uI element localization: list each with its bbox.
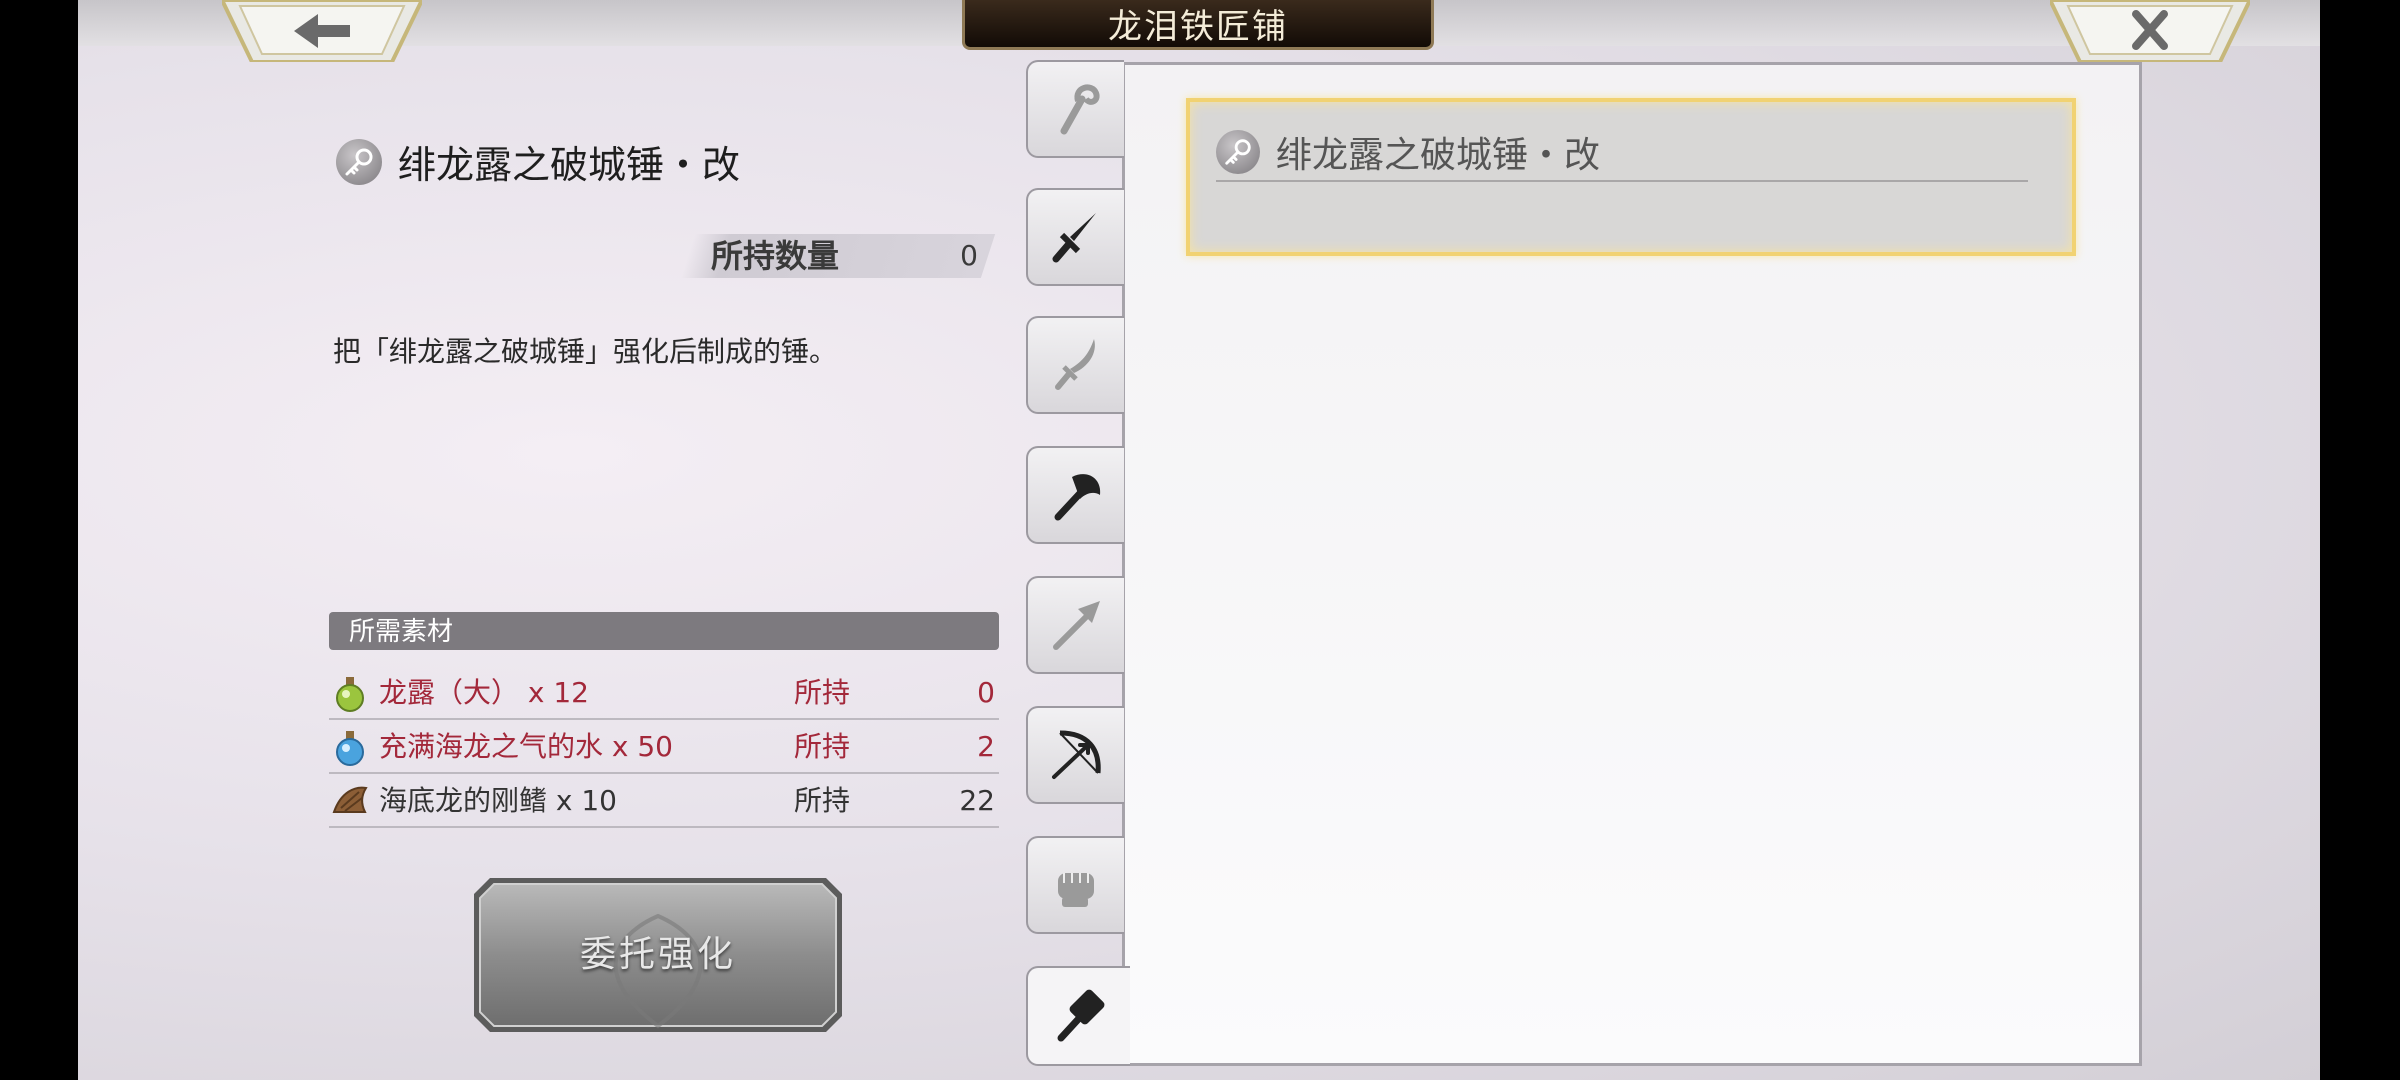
left-letterbox: [0, 0, 78, 1080]
materials-header-label: 所需素材: [349, 617, 454, 647]
material-row: 龙露（大） x 12 所持 0: [329, 666, 999, 720]
back-arrow-icon: [219, 0, 425, 64]
tab-staff[interactable]: [1026, 60, 1124, 158]
list-item-divider: [1216, 180, 2028, 182]
item-header: 绯龙露之破城锤・改: [336, 134, 740, 189]
material-owned-label: 所持: [794, 784, 851, 817]
game-screen: 龙泪铁匠铺 绯龙露之破城锤・改 所持数量 0 把「绯龙露之破城锤」强化后制成的锤…: [0, 0, 2400, 1080]
fin-icon: [332, 786, 368, 813]
tab-sword[interactable]: [1026, 188, 1124, 286]
key-icon: [1216, 130, 1260, 174]
sword-icon: [1052, 213, 1096, 263]
title-plate: 龙泪铁匠铺: [962, 0, 1434, 50]
staff-icon: [1060, 84, 1100, 135]
tab-hammer[interactable]: [1026, 966, 1130, 1066]
material-owned-label: 所持: [794, 676, 851, 709]
fist-icon: [1058, 873, 1094, 907]
material-owned-value: 22: [959, 784, 995, 817]
right-letterbox: [2320, 0, 2400, 1080]
commission-enhance-label: 委托强化: [579, 934, 736, 975]
item-name: 绯龙露之破城锤・改: [398, 143, 741, 187]
material-name: 海底龙的刚鳍 x 10: [379, 784, 618, 817]
material-row: 充满海龙之气的水 x 50 所持 2: [329, 720, 999, 774]
owned-count-label: 所持数量: [711, 237, 840, 275]
tab-axe[interactable]: [1026, 446, 1124, 544]
tab-spear[interactable]: [1026, 576, 1124, 674]
axe-icon: [1054, 474, 1101, 521]
close-button[interactable]: [2047, 0, 2253, 64]
blacksmith-window: 龙泪铁匠铺 绯龙露之破城锤・改 所持数量 0 把「绯龙露之破城锤」强化后制成的锤…: [78, 0, 2320, 1080]
owned-count-value: 0: [960, 239, 978, 272]
blue-potion-icon: [336, 731, 364, 766]
close-icon: [2047, 0, 2253, 64]
tab-fist[interactable]: [1026, 836, 1124, 934]
material-name: 龙露（大） x 12: [379, 676, 590, 709]
tab-blade[interactable]: [1026, 316, 1124, 414]
list-item-name: 绯龙露之破城锤・改: [1276, 135, 1601, 176]
spear-icon: [1053, 601, 1100, 650]
item-description: 把「绯龙露之破城锤」强化后制成的锤。: [333, 335, 838, 368]
green-potion-icon: [336, 677, 364, 712]
page-title: 龙泪铁匠铺: [1108, 7, 1288, 47]
materials-header: 所需素材: [329, 612, 999, 650]
key-icon: [336, 138, 382, 185]
list-item[interactable]: 绯龙露之破城锤・改: [1186, 98, 2076, 256]
material-owned-value: 2: [977, 730, 995, 763]
material-owned-label: 所持: [794, 730, 851, 763]
back-button[interactable]: [219, 0, 425, 64]
bow-icon: [1052, 730, 1101, 779]
hammer-icon: [1057, 989, 1105, 1042]
material-name: 充满海龙之气的水 x 50: [379, 730, 674, 763]
material-owned-value: 0: [977, 676, 995, 709]
tab-bow[interactable]: [1026, 706, 1124, 804]
material-row: 海底龙的刚鳍 x 10 所持 22: [329, 774, 999, 828]
commission-enhance-button[interactable]: 委托强化: [472, 876, 844, 1034]
curved-blade-icon: [1055, 339, 1095, 390]
